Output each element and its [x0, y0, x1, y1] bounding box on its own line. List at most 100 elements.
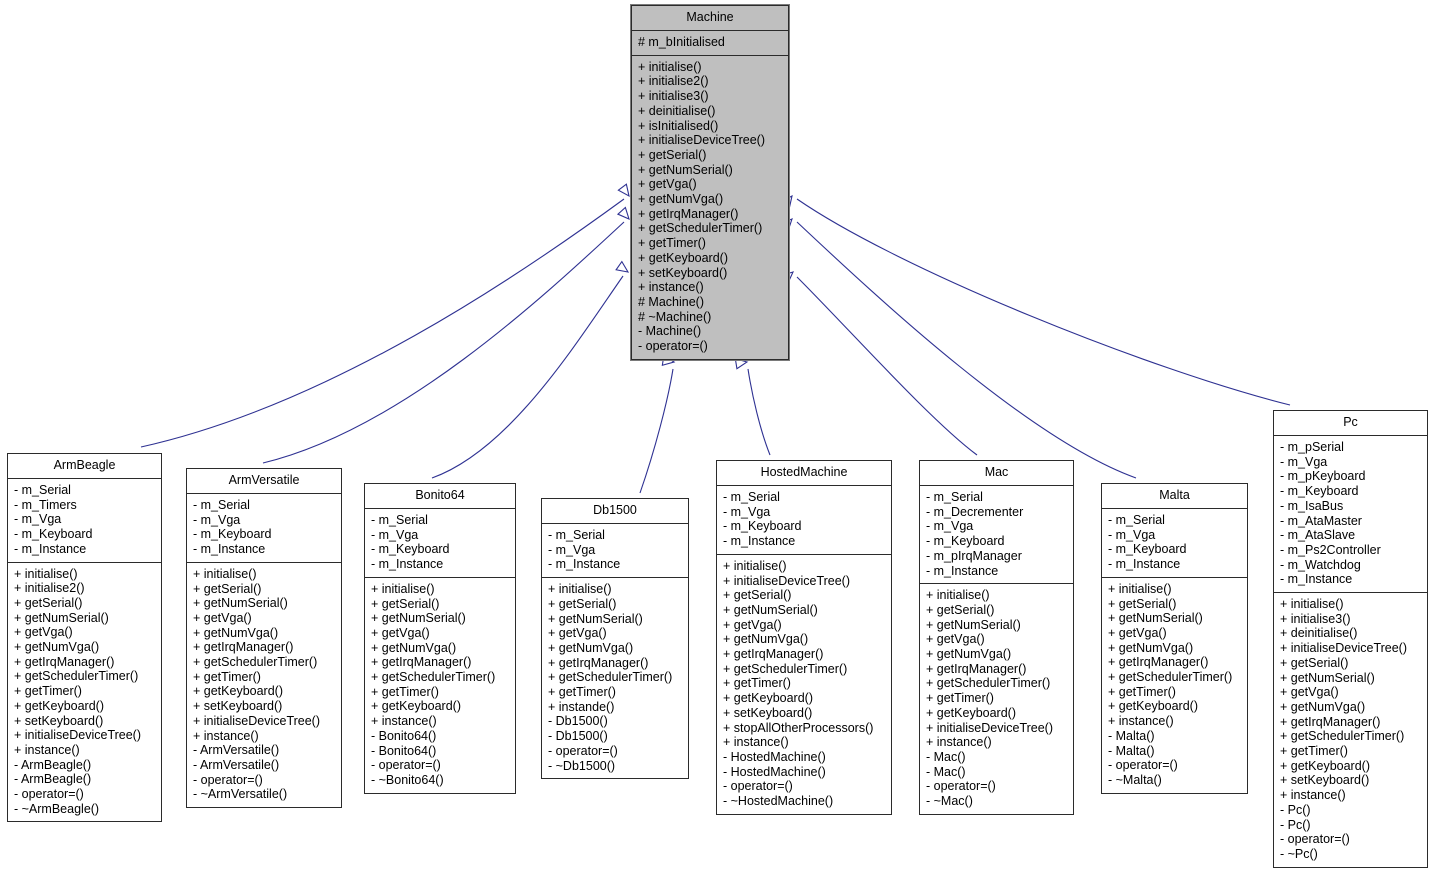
attribute-item: - m_Watchdog	[1280, 557, 1361, 572]
operation-item: - ArmVersatile()	[193, 743, 280, 758]
operation-item: + getSerial()	[1280, 655, 1349, 670]
operation-item: - operator=()	[548, 743, 618, 758]
operation-item: + getVga()	[371, 625, 430, 640]
operation-item: + getSerial()	[193, 581, 262, 596]
class-title-armversatile: ArmVersatile	[187, 469, 341, 494]
operation-item: - ~ArmVersatile()	[193, 787, 288, 802]
operation-item: + deinitialise()	[638, 103, 716, 118]
attribute-item: - m_Vga	[371, 527, 419, 542]
attribute-item: - m_Instance	[548, 557, 621, 572]
class-box-malta[interactable]: Malta - m_Serial - m_Vga - m_Keyboard - m_In…	[1101, 483, 1248, 794]
operation-item: + getIrqManager()	[638, 206, 739, 221]
class-title-malta: Malta	[1102, 484, 1247, 509]
operation-item: + getSchedulerTimer()	[1108, 670, 1233, 685]
class-title-machine: Machine	[632, 6, 788, 31]
operation-item: + getTimer()	[14, 684, 82, 699]
operation-item: + getNumVga()	[1108, 640, 1194, 655]
class-attributes-pc: - m_pSerial - m_Vga - m_pKeyboard - m_Keybo…	[1274, 436, 1427, 594]
operation-item: - Pc()	[1280, 802, 1311, 817]
operation-item: + getNumSerial()	[1280, 670, 1375, 685]
operation-item: + getKeyboard()	[1280, 758, 1370, 773]
edge-malta-machine	[779, 218, 1137, 479]
class-box-hostedmachine[interactable]: HostedMachine - m_Serial - m_Vga - m_Keyboa…	[716, 460, 892, 815]
class-box-pc[interactable]: Pc - m_pSerial - m_Vga - m_pKeyboard - m_Key…	[1273, 410, 1428, 868]
operation-item: + getVga()	[548, 626, 607, 641]
operation-item: + deinitialise()	[1280, 626, 1358, 641]
operation-item: + getTimer()	[371, 684, 439, 699]
operation-item: + instance()	[638, 280, 704, 295]
operation-item: + getNumVga()	[723, 632, 809, 647]
attribute-item: - m_Keyboard	[1108, 542, 1187, 557]
attribute-item: - m_Vga	[926, 519, 974, 534]
operation-item: + initialiseDeviceTree()	[1280, 641, 1408, 656]
operation-item: + getVga()	[1108, 625, 1167, 640]
operation-item: - operator=()	[1108, 758, 1178, 773]
class-attributes-hostedmachine: - m_Serial - m_Vga - m_Keyboard - m_Instanc…	[717, 486, 891, 555]
class-box-armbeagle[interactable]: ArmBeagle - m_Serial - m_Timers - m_Vga - m_…	[7, 453, 162, 823]
operation-item: + getVga()	[723, 617, 782, 632]
attribute-item: - m_Vga	[1108, 527, 1156, 542]
operation-item: + getTimer()	[1108, 684, 1176, 699]
operation-item: - ~Pc()	[1280, 846, 1318, 861]
operation-item: + initialise()	[14, 566, 78, 581]
attribute-item: - m_Instance	[371, 557, 444, 572]
operation-item: - Malta()	[1108, 728, 1155, 743]
class-title-mac: Mac	[920, 461, 1073, 486]
operation-item: + getSerial()	[723, 588, 792, 603]
operation-item: + getSerial()	[548, 596, 617, 611]
attribute-item: - m_Vga	[14, 512, 62, 527]
attribute-item: - m_AtaMaster	[1280, 513, 1362, 528]
operation-item: + getSchedulerTimer()	[723, 661, 848, 676]
class-box-bonito64[interactable]: Bonito64- m_Serial - m_Vga - m_Keyboard - m…	[364, 483, 516, 794]
attribute-item: - m_pSerial	[1280, 440, 1344, 454]
class-title-armbeagle: ArmBeagle	[8, 454, 161, 479]
operation-item: + instance()	[723, 735, 789, 750]
attribute-item: - m_Vga	[723, 504, 771, 519]
operation-item: + instande()	[548, 699, 615, 714]
class-box-mac[interactable]: Mac - m_Serial - m_Decrementer - m_Vga - m_K…	[919, 460, 1074, 815]
operation-item: - ~Db1500()	[548, 758, 616, 773]
operation-item: + instance()	[1280, 788, 1346, 803]
class-title-bonito64: Bonito64	[365, 484, 515, 509]
attribute-item: - m_pKeyboard	[1280, 469, 1366, 484]
operation-item: - operator=()	[723, 779, 793, 794]
class-box-db1500[interactable]: Db1500- m_Serial - m_Vga - m_Instance + ini…	[541, 498, 689, 780]
class-title-db1500: Db1500	[542, 499, 688, 524]
class-title-hostedmachine: HostedMachine	[717, 461, 891, 486]
operation-item: + getKeyboard()	[193, 684, 283, 699]
operation-item: + getNumSerial()	[14, 610, 109, 625]
class-box-armversatile[interactable]: ArmVersatile - m_Serial - m_Vga - m_Keyboar…	[186, 468, 342, 809]
edge-mac-machine	[780, 271, 978, 456]
operation-item: - operator=()	[638, 339, 708, 354]
operation-item: - operator=()	[193, 772, 263, 787]
operation-item: + setKeyboard()	[14, 713, 104, 728]
class-attributes-armbeagle: - m_Serial - m_Timers - m_Vga - m_Keyboard -…	[8, 479, 161, 563]
operation-item: - ~Malta()	[1108, 772, 1162, 787]
operation-item: + initialiseDeviceTree()	[723, 573, 851, 588]
operation-item: + getNumVga()	[193, 625, 279, 640]
class-operations-malta: + initialise() + getSerial() + getNumSeria…	[1102, 578, 1247, 793]
class-box-machine[interactable]: Machine # m_bInitialised + initialise() + i…	[630, 4, 790, 361]
operation-item: + getIrqManager()	[926, 661, 1027, 676]
operation-item: - Mac()	[926, 764, 966, 779]
operation-item: + initialiseDeviceTree()	[638, 133, 766, 148]
operation-item: + getSchedulerTimer()	[14, 669, 139, 684]
attribute-item: - m_Keyboard	[926, 534, 1005, 549]
attribute-item: - m_Vga	[548, 542, 596, 557]
class-operations-hostedmachine: + initialise() + initialiseDeviceTree() + …	[717, 555, 891, 814]
operation-item: + instance()	[926, 735, 992, 750]
operation-item: + instance()	[1108, 714, 1174, 729]
attribute-item: - m_Serial	[926, 490, 983, 504]
operation-item: + initialise()	[926, 588, 990, 603]
operation-item: + getNumSerial()	[926, 617, 1021, 632]
operation-item: + getSchedulerTimer()	[638, 221, 763, 236]
operation-item: + getVga()	[1280, 685, 1339, 700]
attribute-item: - m_IsaBus	[1280, 498, 1344, 513]
class-operations-machine: + initialise() + initialise2() + initialis…	[632, 56, 788, 359]
operation-item: + getKeyboard()	[926, 705, 1016, 720]
attribute-item: - m_Serial	[193, 498, 250, 512]
operation-item: + instance()	[193, 728, 259, 743]
operation-item: + getIrqManager()	[14, 654, 115, 669]
operation-item: + getIrqManager()	[1280, 714, 1381, 729]
operation-item: + initialiseDeviceTree()	[14, 728, 142, 743]
